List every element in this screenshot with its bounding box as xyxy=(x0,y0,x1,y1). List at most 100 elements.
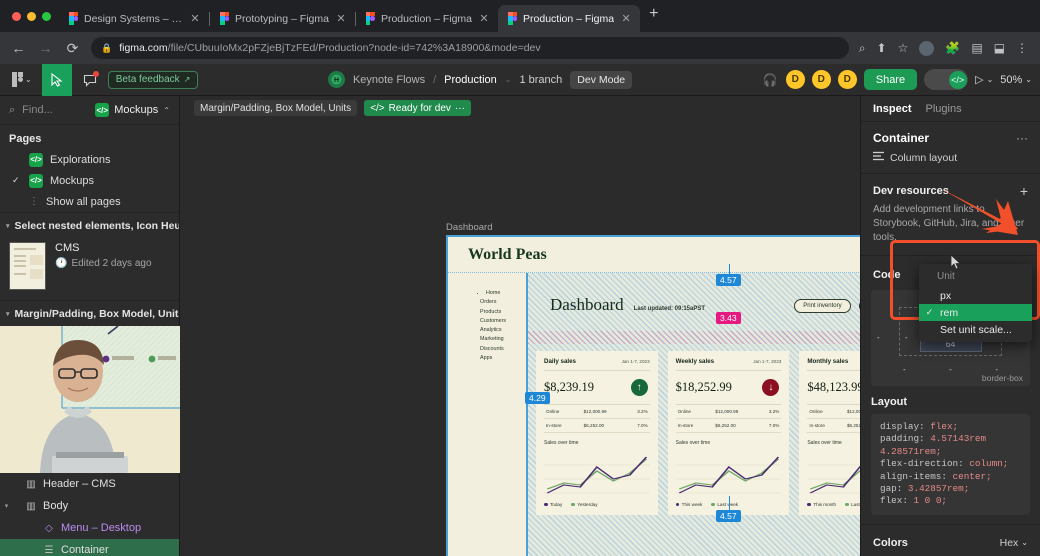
css-property: align-items: xyxy=(880,470,947,482)
url-host: figma.com xyxy=(119,42,168,54)
stat-card[interactable]: Monthly salesJan 1-7, 2023$48,123.99↑ Onl… xyxy=(799,351,860,515)
address-input[interactable]: 🔒 figma.com/file/CUbuuIoMx2pFZjeBjTzFEd/… xyxy=(91,37,849,59)
stat-value: $6,252.00 xyxy=(583,423,605,428)
browser-tab[interactable]: Prototyping – Figma ✕ xyxy=(210,5,355,32)
ready-for-dev-badge[interactable]: </> Ready for dev ··· xyxy=(364,100,471,116)
nav-item[interactable]: Customers xyxy=(480,317,526,326)
layer-label: Menu – Desktop xyxy=(61,522,142,534)
unit-menu-item[interactable]: px xyxy=(919,287,1032,304)
dev-mode-badge[interactable]: Dev Mode xyxy=(570,70,633,89)
search-icon[interactable]: ⌕ xyxy=(9,104,15,117)
browser-tab-title: Production – Figma xyxy=(523,12,615,25)
comment-tool-button[interactable] xyxy=(78,64,102,96)
move-tool-button[interactable] xyxy=(41,63,72,96)
nav-item[interactable]: Apps xyxy=(480,354,526,363)
breadcrumb-project[interactable]: Keynote Flows xyxy=(353,74,425,86)
unit-menu-item[interactable]: ✓ rem xyxy=(919,304,1032,321)
layer-row[interactable]: ☰ Container xyxy=(0,539,179,556)
cms-item[interactable]: CMS 🕐 Edited 2 days ago xyxy=(0,238,179,300)
close-icon[interactable]: ✕ xyxy=(189,12,201,25)
share-icon[interactable]: ⬆ xyxy=(877,41,887,55)
unit-menu-item[interactable]: Set unit scale... xyxy=(919,321,1032,338)
browser-tab[interactable]: Production – Figma ✕ xyxy=(356,5,498,32)
dashboard-artboard[interactable]: World Peas ☰ HomeOrdersProductsCustomers… xyxy=(446,235,860,556)
check-icon: ✓ xyxy=(12,175,20,185)
figma-dev-mode-window: Design Systems – Figma✕Prototyping – Fig… xyxy=(0,0,1040,556)
print-inventory-button[interactable]: Print inventory xyxy=(794,299,851,313)
layer-label: Header – CMS xyxy=(43,478,116,490)
share-button[interactable]: Share xyxy=(863,69,918,90)
window-traffic-lights[interactable] xyxy=(10,0,59,32)
avatar[interactable]: D xyxy=(811,70,831,89)
site-body: HomeOrdersProductsCustomersAnalyticsMark… xyxy=(448,273,860,556)
selection-more-icon[interactable]: ··· xyxy=(1016,131,1028,145)
browser-tab[interactable]: Production – Figma ✕ xyxy=(498,5,641,32)
layout-kind-row: Column layout xyxy=(861,147,1040,174)
nav-item[interactable]: Marketing xyxy=(480,335,526,344)
zoom-level-button[interactable]: 50% ⌄ xyxy=(1000,74,1032,86)
new-tab-button[interactable]: + xyxy=(640,5,667,27)
add-dev-resource-button[interactable]: + xyxy=(1020,183,1028,199)
search-icon[interactable]: ⌕ xyxy=(859,41,866,56)
nav-item[interactable]: Discounts xyxy=(480,345,526,354)
css-value: column; xyxy=(969,458,1009,470)
page-item[interactable]: </> Explorations xyxy=(0,149,179,170)
extensions-puzzle-icon[interactable]: 🧩 xyxy=(945,41,960,55)
back-icon[interactable]: ← xyxy=(10,40,27,56)
stat-amount-row: $48,123.99↑ xyxy=(807,371,860,405)
stat-cards: Daily sales Jan 1-7, 2023 $8,239.19 ↑ Online… xyxy=(528,351,860,515)
page-selector[interactable]: </> Mockups ⌃ xyxy=(95,103,170,117)
file-caret-icon[interactable]: ⌄ xyxy=(505,75,512,84)
search-input[interactable]: Find... xyxy=(22,104,88,116)
close-icon[interactable]: ✕ xyxy=(620,12,632,25)
sidepanel-icon[interactable]: ▤ xyxy=(971,41,982,55)
reload-icon[interactable]: ⟳ xyxy=(64,40,81,57)
avatar[interactable]: D xyxy=(785,70,805,89)
tab-plugins[interactable]: Plugins xyxy=(926,103,962,115)
bookmark-star-icon[interactable]: ☆ xyxy=(898,41,909,55)
chevron-icon[interactable]: ▾ xyxy=(0,502,13,510)
dev-mode-toggle[interactable]: </> xyxy=(924,69,969,90)
profile-avatar[interactable] xyxy=(919,40,935,56)
branch-label[interactable]: 1 branch xyxy=(519,74,562,86)
layer-row[interactable]: ▥ Header – CMS xyxy=(0,473,179,495)
browser-tab[interactable]: Design Systems – Figma ✕ xyxy=(59,5,209,32)
breadcrumb-file[interactable]: Production xyxy=(444,74,497,86)
stat-value: $6,252.00 xyxy=(715,423,736,428)
headphones-icon[interactable]: 🎧 xyxy=(762,73,779,87)
nav-item[interactable]: Orders xyxy=(480,298,526,307)
beta-feedback-button[interactable]: Beta feedback ↗ xyxy=(107,70,199,89)
nav-item[interactable]: Analytics xyxy=(480,326,526,335)
page-item[interactable]: ✓ </> Mockups xyxy=(0,170,179,191)
artboard-label[interactable]: Dashboard xyxy=(446,222,492,233)
layers-section-title: Margin/Padding, Box Model, Units xyxy=(14,308,179,320)
show-all-pages-button[interactable]: ⋮ Show all pages xyxy=(0,191,179,212)
browser-menu-icon[interactable]: ⋮ xyxy=(1016,41,1028,55)
stat-channel: In-store xyxy=(677,423,694,428)
layer-row[interactable]: ▾ ▥ Body xyxy=(0,495,179,517)
present-button[interactable]: ▷ ⌄ xyxy=(975,73,993,86)
nested-elements-section-header[interactable]: ▾ Select nested elements, Icon Heuristic… xyxy=(0,212,179,238)
figma-main-menu-button[interactable]: ⌄ xyxy=(8,72,36,87)
avatar[interactable]: D xyxy=(837,70,857,89)
nav-item[interactable]: Products xyxy=(480,308,526,317)
chart-label: Sales over time xyxy=(544,440,579,446)
stat-card[interactable]: Daily sales Jan 1-7, 2023 $8,239.19 ↑ Online… xyxy=(536,351,658,515)
close-icon[interactable]: ✕ xyxy=(335,12,347,25)
color-format-select[interactable]: Hex ⌄ xyxy=(1000,537,1028,549)
layer-row[interactable]: ◇ Menu – Desktop xyxy=(0,517,179,539)
layers-section-header[interactable]: ▾ Margin/Padding, Box Model, Units xyxy=(0,300,179,326)
stat-card[interactable]: Weekly sales Jan 1-7, 2023 $18,252.99 ↓ Onli… xyxy=(667,351,790,515)
forward-icon[interactable]: → xyxy=(37,40,54,56)
canvas-viewport[interactable]: Margin/Padding, Box Model, Units </> Rea… xyxy=(180,96,860,556)
canvas-frame-title[interactable]: Margin/Padding, Box Model, Units xyxy=(194,100,358,116)
stat-row: In-store$6,252.007.0% xyxy=(807,419,860,433)
downloads-icon[interactable]: ⬓ xyxy=(994,41,1005,55)
close-icon[interactable]: ✕ xyxy=(478,12,490,25)
tab-inspect[interactable]: Inspect xyxy=(873,103,912,115)
selection-title-row: Container ··· xyxy=(861,122,1040,147)
layout-code-block[interactable]: display: flex; padding: 4.57143rem 4.2857… xyxy=(871,414,1030,515)
unit-dropdown-menu[interactable]: Unit px ✓ rem Set unit scale... xyxy=(919,264,1032,342)
chart-legend: This month Last month xyxy=(807,497,860,507)
nav-item[interactable]: Home xyxy=(486,289,526,298)
